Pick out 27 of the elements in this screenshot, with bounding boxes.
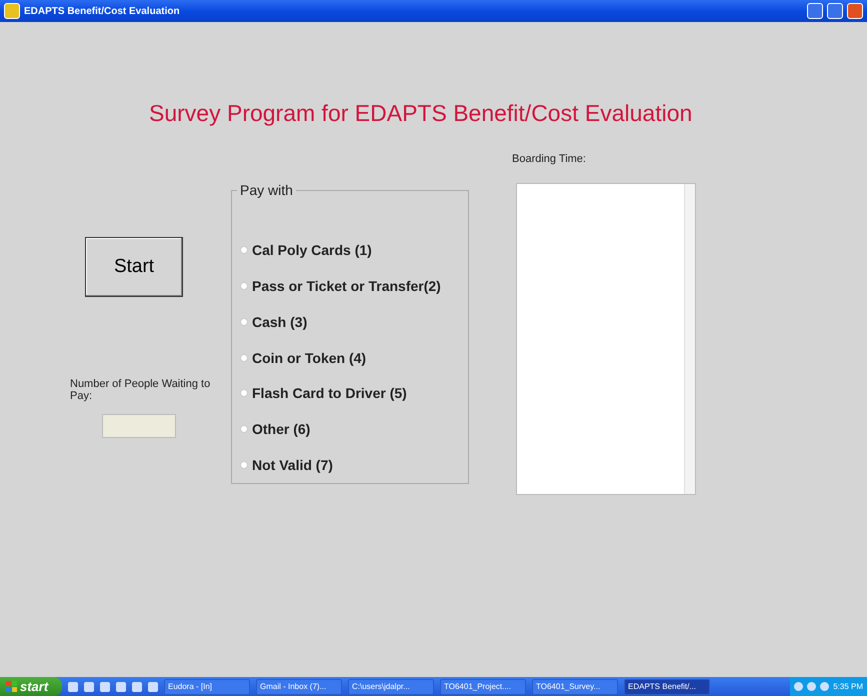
taskbar-task[interactable]: TO6401_Project.... <box>440 678 526 694</box>
clock: 5:35 PM <box>833 682 863 691</box>
radio-option[interactable]: Cal Poly Cards (1) <box>240 232 468 268</box>
heading: Survey Program for EDAPTS Benefit/Cost Evaluation <box>149 100 692 127</box>
start-button[interactable]: Start <box>85 237 183 297</box>
group-title: Pay with <box>239 182 294 198</box>
boarding-time-label: Boarding Time: <box>512 153 587 167</box>
radio-option[interactable]: Not Valid (7) <box>240 447 468 484</box>
minimize-button[interactable] <box>807 3 823 19</box>
taskbar-task[interactable]: C:\users\jdalpr... <box>348 678 434 694</box>
start-menu-button[interactable]: start <box>0 677 62 696</box>
window-title: EDAPTS Benefit/Cost Evaluation <box>24 6 181 16</box>
radio-option[interactable]: Cash (3) <box>240 304 468 340</box>
app-icon <box>4 3 20 19</box>
radio-option[interactable]: Pass or Ticket or Transfer(2) <box>240 268 468 304</box>
maximize-button[interactable] <box>827 3 843 19</box>
close-button[interactable] <box>847 3 863 19</box>
radio-option[interactable]: Coin or Token (4) <box>240 340 468 376</box>
taskbar-task[interactable]: EDAPTS Benefit/... <box>624 678 710 694</box>
waiting-count-field[interactable] <box>102 414 176 438</box>
taskbar-task[interactable]: Eudora - [In] <box>164 678 250 694</box>
radio-option[interactable]: Other (6) <box>240 411 468 448</box>
taskbar-task[interactable]: Gmail - Inbox (7)... <box>256 678 342 694</box>
waiting-label: Number of People Waiting to Pay: <box>70 378 212 402</box>
windows-flag-icon <box>6 681 17 692</box>
taskbar-task[interactable]: TO6401_Survey... <box>532 678 618 694</box>
radio-option[interactable]: Flash Card to Driver (5) <box>240 375 468 412</box>
